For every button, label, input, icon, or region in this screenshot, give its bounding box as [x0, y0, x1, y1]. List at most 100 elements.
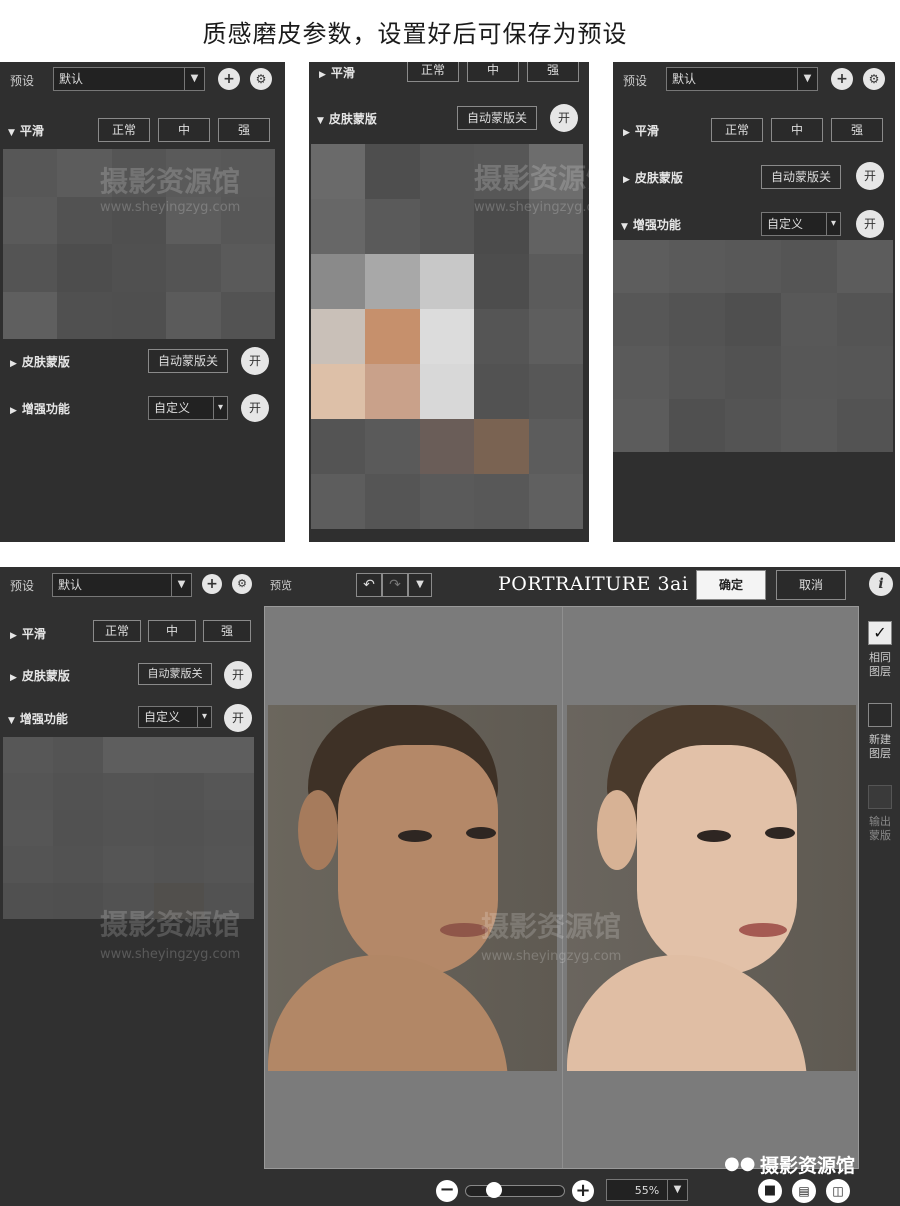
smooth-strong-button[interactable]: 强: [218, 118, 270, 142]
split-vertical-view-icon[interactable]: ◫: [826, 1179, 850, 1203]
undo-button[interactable]: ↶: [356, 573, 382, 597]
add-preset-button[interactable]: +: [218, 68, 240, 90]
skin-mask-on-button[interactable]: 开: [224, 661, 252, 689]
smooth-settings-blurred: [3, 149, 275, 339]
preset-label: 预设: [10, 74, 35, 88]
new-layer-checkbox[interactable]: [868, 703, 892, 727]
split-horizontal-view-icon[interactable]: ▤: [792, 1179, 816, 1203]
gear-icon[interactable]: ⚙: [863, 68, 885, 90]
triangle-right-icon: ▶: [10, 406, 17, 416]
section-skin-mask[interactable]: ▶ 皮肤蒙版: [623, 169, 683, 186]
section-skin-mask[interactable]: ▼ 皮肤蒙版: [317, 110, 377, 127]
auto-mask-button[interactable]: 自动蒙版关: [457, 106, 537, 130]
auto-mask-button[interactable]: 自动蒙版关: [138, 663, 212, 685]
preview-area[interactable]: 摄影资源馆 www.sheyingzyg.com: [264, 606, 859, 1169]
triangle-down-icon: ▼: [317, 116, 324, 126]
output-mask-checkbox[interactable]: [868, 785, 892, 809]
chevron-down-icon: ▼: [797, 68, 817, 90]
section-enhance[interactable]: ▶ 增强功能: [10, 400, 70, 417]
ok-button[interactable]: 确定: [696, 570, 766, 600]
chevron-down-icon: ▼: [171, 574, 191, 596]
smooth-strong-button[interactable]: 强: [527, 62, 579, 82]
enhance-on-button[interactable]: 开: [241, 394, 269, 422]
enhance-custom-select[interactable]: 自定义 ▾: [148, 396, 228, 420]
redo-button[interactable]: ↷: [382, 573, 408, 597]
enhance-on-button[interactable]: 开: [224, 704, 252, 732]
brand-name: 摄影资源馆: [760, 1155, 856, 1177]
auto-mask-button[interactable]: 自动蒙版关: [761, 165, 841, 189]
watermark-url: www.sheyingzyg.com: [474, 200, 589, 215]
smooth-normal-button[interactable]: 正常: [98, 118, 150, 142]
caret-down-icon: ▾: [826, 213, 840, 235]
section-skin-mask[interactable]: ▶ 皮肤蒙版: [10, 353, 70, 370]
enhance-custom-select[interactable]: 自定义 ▾: [761, 212, 841, 236]
portraiture-window: 预设 默认 ▼ + ⚙ 预览 ↶ ↷ ▼ PORTRAITURE 3ai 确定 …: [0, 567, 900, 1206]
section-smooth[interactable]: ▶ 平滑: [10, 625, 46, 642]
watermark-url: www.sheyingzyg.com: [481, 949, 622, 964]
history-dropdown-button[interactable]: ▼: [408, 573, 432, 597]
triangle-right-icon: ▶: [623, 175, 630, 185]
after-image: [567, 705, 856, 1071]
cancel-button[interactable]: 取消: [776, 570, 846, 600]
skin-mask-on-button[interactable]: 开: [550, 104, 578, 132]
app-title: PORTRAITURE 3ai: [498, 573, 689, 595]
skin-mask-on-button[interactable]: 开: [856, 162, 884, 190]
preset-select[interactable]: 默认 ▼: [53, 67, 205, 91]
enhance-on-button[interactable]: 开: [856, 210, 884, 238]
same-layer-checkbox[interactable]: ✓: [868, 621, 892, 645]
triangle-right-icon: ▶: [10, 631, 17, 641]
section-skin-mask[interactable]: ▶ 皮肤蒙版: [10, 667, 70, 684]
smooth-medium-button[interactable]: 中: [148, 620, 196, 642]
smooth-medium-button[interactable]: 中: [771, 118, 823, 142]
gear-icon[interactable]: ⚙: [232, 574, 252, 594]
panel-skin-mask: ▶平滑 正常 中 强 ▼皮肤蒙版 自动蒙版关 开 摄影资源馆 www.sheyi…: [309, 62, 589, 542]
add-preset-button[interactable]: +: [202, 574, 222, 594]
preset-value: 默认: [672, 72, 697, 86]
gear-icon[interactable]: ⚙: [250, 68, 272, 90]
smooth-strong-button[interactable]: 强: [831, 118, 883, 142]
zoom-select[interactable]: 55% ▼: [606, 1179, 688, 1201]
zoom-out-button[interactable]: −: [436, 1180, 458, 1202]
before-image: [268, 705, 557, 1071]
triangle-down-icon: ▼: [8, 128, 15, 138]
smooth-medium-button[interactable]: 中: [158, 118, 210, 142]
new-layer-label: 新建图层: [869, 733, 891, 760]
auto-mask-button[interactable]: 自动蒙版关: [148, 349, 228, 373]
section-smooth[interactable]: ▼ 平滑: [8, 122, 44, 139]
section-enhance[interactable]: ▼ 增强功能: [8, 710, 68, 727]
single-view-icon[interactable]: ■: [758, 1179, 782, 1203]
section-smooth[interactable]: ▶ 平滑: [319, 64, 355, 81]
smooth-normal-button[interactable]: 正常: [407, 62, 459, 82]
enhance-custom-select[interactable]: 自定义 ▾: [138, 706, 212, 728]
triangle-right-icon: ▶: [319, 70, 326, 80]
preset-label: 预设: [10, 579, 35, 593]
smooth-normal-button[interactable]: 正常: [711, 118, 763, 142]
smooth-medium-button[interactable]: 中: [467, 62, 519, 82]
smooth-strong-button[interactable]: 强: [203, 620, 251, 642]
section-enhance[interactable]: ▼ 增强功能: [621, 216, 681, 233]
wechat-icon: ●●: [724, 1153, 756, 1174]
chevron-down-icon: ▼: [184, 68, 204, 90]
caret-down-icon: ▾: [197, 707, 211, 727]
triangle-right-icon: ▶: [10, 673, 17, 683]
preset-select[interactable]: 默认 ▼: [52, 573, 192, 597]
section-smooth[interactable]: ▶ 平滑: [623, 122, 659, 139]
zoom-slider[interactable]: [465, 1185, 565, 1197]
triangle-down-icon: ▼: [8, 716, 15, 726]
smooth-normal-button[interactable]: 正常: [93, 620, 141, 642]
preset-value: 默认: [58, 578, 83, 592]
preset-select[interactable]: 默认 ▼: [666, 67, 818, 91]
watermark-url: www.sheyingzyg.com: [100, 947, 241, 962]
enhance-settings-blurred: [3, 737, 254, 919]
add-preset-button[interactable]: +: [831, 68, 853, 90]
enhance-settings-blurred: [613, 240, 893, 452]
triangle-right-icon: ▶: [10, 359, 17, 369]
info-icon[interactable]: i: [869, 572, 893, 596]
zoom-slider-handle[interactable]: [486, 1182, 502, 1198]
chevron-down-icon: ▼: [667, 1180, 687, 1200]
triangle-right-icon: ▶: [623, 128, 630, 138]
output-mask-label: 输出蒙版: [869, 815, 891, 842]
panel-enhance: 预设 默认 ▼ + ⚙ ▶ 平滑 正常 中 强 ▶ 皮肤蒙版 自动蒙版关 开 ▼ 增强…: [613, 62, 895, 542]
skin-mask-on-button[interactable]: 开: [241, 347, 269, 375]
zoom-in-button[interactable]: +: [572, 1180, 594, 1202]
